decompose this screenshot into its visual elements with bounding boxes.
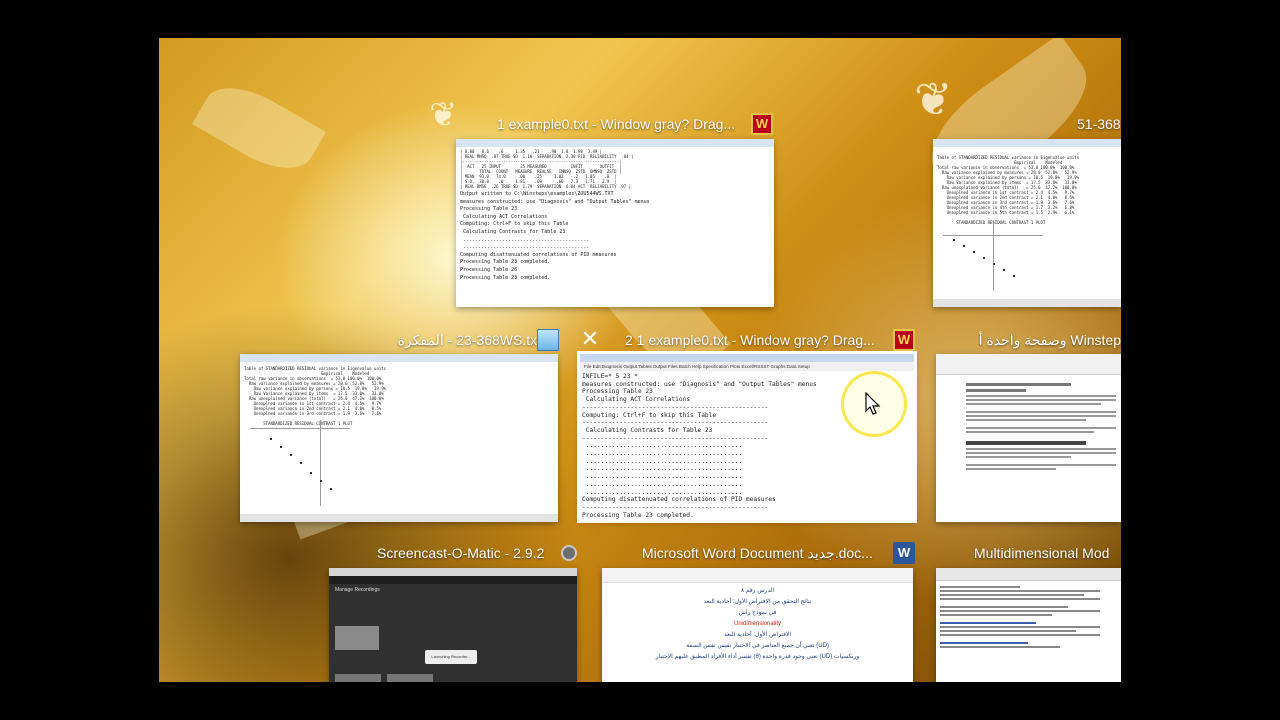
notepad-icon — [537, 329, 559, 351]
window-title: Winstep وصفحة واحدة أ — [978, 332, 1121, 348]
butterfly-icon: ❦ — [429, 96, 458, 134]
thumb-table: Table of STANDARDIZED RESIDUAL variance … — [244, 366, 387, 426]
screencast-icon — [561, 545, 577, 561]
thumb-ribbon — [602, 568, 913, 583]
window-thumbnail[interactable]: Table of STANDARDIZED RESIDUAL variance … — [240, 354, 558, 522]
recording-tile — [387, 674, 433, 682]
window-thumbnail[interactable] — [936, 354, 1121, 522]
thumb-titlebar — [456, 139, 774, 147]
thumb-console-text: INFILE=* 5 23 * measures constructed: us… — [582, 373, 817, 519]
thumb-titlebar — [329, 568, 577, 576]
plot-point — [993, 263, 995, 265]
thumb-document-text: الدرس رقم ٨ نتائج التحقق من الافتراض الأ… — [655, 588, 860, 660]
thumb-toolbar — [936, 354, 1121, 375]
winsteps-icon: W — [751, 113, 773, 135]
plot-point — [300, 462, 302, 464]
window-title: Screencast-O-Matic - 2.9.2 — [377, 545, 545, 561]
thumb-titlebar — [580, 354, 914, 362]
window-title: 51-368 — [1077, 116, 1121, 132]
mouse-pointer-icon — [865, 392, 881, 415]
recording-tile — [335, 674, 381, 682]
window-title: 23-368WS.txt - المفكرة — [397, 332, 541, 348]
thumb-console-text: Output written to C:\Winsteps\examples\Z… — [460, 191, 650, 281]
window-thumbnail[interactable]: | 8.80 8.6 .6 1.35 .23 .90 1.8 1.98 3.49… — [456, 139, 774, 307]
close-window-button[interactable]: ✕ — [579, 328, 601, 350]
butterfly-icon: ❦ — [914, 73, 953, 125]
plot-point — [270, 438, 272, 440]
word-icon: W — [893, 542, 915, 564]
plot-point — [320, 480, 322, 482]
thumb-table: | 8.80 8.6 .6 1.35 .23 .90 1.8 1.98 3.49… — [460, 149, 634, 189]
winsteps-icon: W — [893, 329, 915, 351]
plot-point — [1003, 269, 1005, 271]
plot-point — [953, 239, 955, 241]
thumb-document-text — [940, 584, 1100, 650]
window-thumbnail[interactable]: الدرس رقم ٨ نتائج التحقق من الافتراض الأ… — [602, 568, 913, 682]
window-title: Microsoft Word Document جديد.doc... — [642, 545, 873, 561]
thumb-titlebar — [240, 354, 558, 362]
thumb-header — [329, 576, 577, 584]
window-title: 1 example0.txt - Window gray? Drag... — [497, 116, 736, 132]
plot-axis — [993, 221, 994, 291]
manage-recordings-label: Manage Recordings — [335, 587, 380, 593]
window-thumbnail[interactable]: Manage Recordings Launching Recorder... — [329, 568, 577, 682]
plot-axis — [320, 420, 321, 506]
wallpaper-petal — [192, 72, 326, 184]
task-view-desktop: ❦ ❦ 1 example0.txt - Window gray? Drag..… — [159, 38, 1121, 682]
plot-point — [973, 251, 975, 253]
thumb-titlebar — [933, 139, 1121, 147]
window-thumbnail[interactable] — [936, 568, 1121, 682]
plot-point — [1013, 275, 1015, 277]
window-title: Multidimensional Mod — [974, 545, 1110, 561]
window-thumbnail[interactable]: Table of STANDARDIZED RESIDUAL variance … — [933, 139, 1121, 307]
thumb-table: Table of STANDARDIZED RESIDUAL variance … — [937, 155, 1080, 225]
launching-recorder-dialog: Launching Recorder... — [425, 650, 477, 664]
thumb-document-text — [966, 380, 1116, 472]
recording-tile — [335, 626, 379, 650]
plot-point — [290, 454, 292, 456]
thumb-browser-tabs — [936, 568, 1121, 581]
plot-point — [310, 472, 312, 474]
plot-point — [983, 257, 985, 259]
thumb-menubar: File Edit Diagnosis Output Tables Output… — [580, 362, 914, 371]
thumb-statusbar — [240, 514, 558, 522]
plot-point — [963, 245, 965, 247]
plot-point — [330, 488, 332, 490]
window-title: 2 1 example0.txt - Window gray? Drag... — [625, 332, 875, 348]
plot-axis — [250, 428, 350, 429]
thumb-statusbar — [933, 299, 1121, 307]
plot-point — [280, 446, 282, 448]
